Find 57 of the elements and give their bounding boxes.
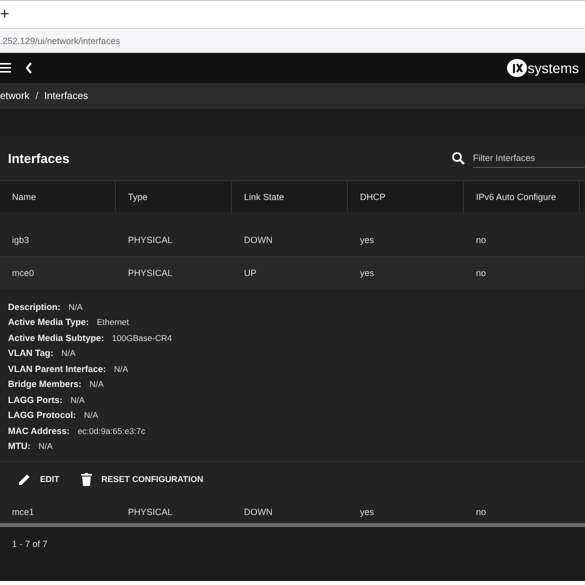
detail-value: N/A — [68, 302, 83, 312]
table-cell-text: no — [475, 235, 488, 245]
table-cell-text: PHYSICAL — [127, 507, 174, 517]
breadcrumb-item: Interfaces — [44, 90, 88, 102]
detail-value: N/A — [70, 394, 85, 405]
pencil-icon — [18, 472, 31, 486]
logo-text: systems — [528, 60, 579, 76]
edit-button[interactable]: EDIT — [16, 470, 62, 488]
detail-label: LAGG Ports: — [8, 394, 63, 405]
breadcrumb-separator: / — [35, 90, 38, 102]
detail-label: LAGG Protocol: — [8, 410, 76, 420]
table-cell-text: DOWN — [243, 507, 274, 517]
detail-label: Bridge Members: — [8, 379, 82, 390]
detail-value: 100GBase-CR4 — [112, 332, 172, 343]
back-icon[interactable] — [25, 62, 33, 74]
table-cell-text: DOWN — [243, 235, 274, 245]
table-cell-text: no — [475, 507, 488, 517]
table-cell-text: PHYSICAL — [127, 235, 174, 245]
column-header[interactable]: Type — [116, 181, 232, 212]
detail-label: Description: — [8, 302, 61, 312]
detail-value: N/A — [38, 441, 53, 452]
detail-label: MAC Address: — [8, 426, 70, 436]
search-icon — [452, 152, 465, 164]
detail-label: VLAN Parent Interface: — [8, 364, 106, 374]
paginator-range: 1 - 7 of 7 — [12, 539, 48, 549]
breadcrumb-item[interactable]: etwork — [0, 90, 30, 102]
menu-icon[interactable] — [0, 63, 11, 73]
detail-label: VLAN Tag: — [8, 348, 54, 358]
detail-value: N/A — [114, 364, 128, 374]
detail-value: Ethernet — [96, 317, 129, 328]
card-title: Interfaces — [8, 150, 70, 166]
column-header[interactable]: DHCP — [348, 181, 464, 212]
table-cell-text: yes — [359, 507, 376, 517]
table-cell-text: PHYSICAL — [127, 268, 174, 278]
table-cell-text: no — [475, 268, 488, 278]
detail-value: ec:0d:9a:65:e3:7c — [78, 426, 146, 436]
table-cell-text: igb3 — [11, 235, 30, 245]
detail-label: Active Media Subtype: — [8, 332, 104, 343]
table-cell-text: yes — [359, 235, 376, 245]
trash-icon — [81, 472, 92, 486]
new-tab-button[interactable]: + — [0, 6, 10, 24]
table-cell-text: mce1 — [11, 507, 36, 517]
address-bar[interactable]: .252.129/ui/network/interfaces — [0, 36, 120, 46]
table-cell-text: yes — [359, 268, 376, 278]
detail-label: MTU: — [8, 441, 30, 452]
column-header[interactable]: IPv6 Auto Configure — [464, 181, 580, 212]
column-header[interactable]: Link State — [232, 181, 348, 212]
logo-icon — [506, 58, 528, 78]
detail-value: N/A — [90, 379, 104, 390]
detail-label: Active Media Type: — [8, 317, 89, 328]
detail-value: N/A — [84, 410, 98, 420]
reset-button[interactable]: RESET CONFIGURATION — [79, 470, 206, 488]
column-header[interactable]: Name — [0, 181, 116, 212]
filter-field[interactable]: Filter Interfaces — [473, 148, 585, 168]
detail-value: N/A — [61, 348, 76, 358]
table-cell-text: mce0 — [11, 268, 36, 278]
table-cell-text: UP — [243, 268, 258, 278]
